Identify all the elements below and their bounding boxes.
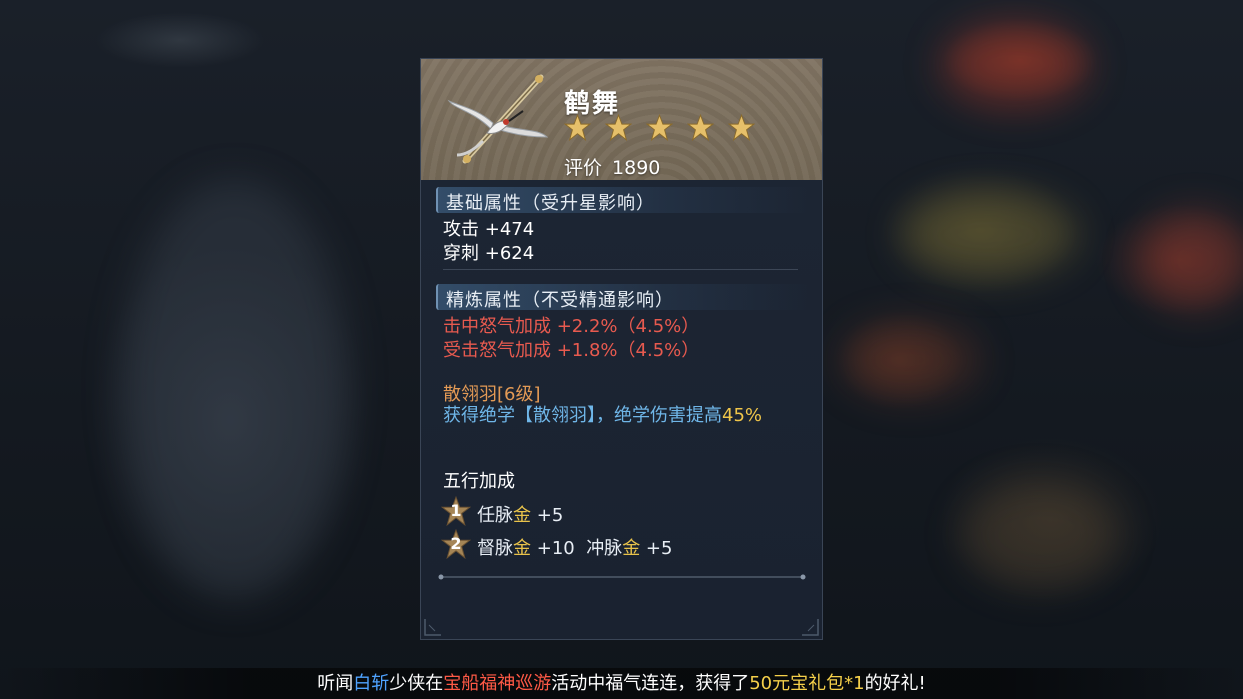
stat-label: 穿刺	[443, 243, 479, 264]
meridian-bonus: +5	[536, 505, 564, 526]
badge-number: 1	[450, 501, 462, 520]
stat-hurt-rage-bonus: 受击怒气加成 +1.8%（4.5%）	[443, 340, 700, 361]
broadcast-text: 听闻	[317, 673, 354, 694]
bg-light-blob	[940, 20, 1090, 110]
broadcast-text: 活动中福气连连，获得了	[551, 673, 750, 694]
skill-description: 获得绝学【散翎羽】，绝学伤害提高45%	[443, 402, 809, 430]
meridian-bonus: +10	[536, 538, 575, 559]
bg-light-blob	[960, 480, 1120, 590]
stat-value: +474	[484, 219, 535, 240]
skill-desc-value: 45%	[722, 405, 763, 426]
meridian-row-1: 任脉金 +5	[477, 501, 563, 527]
broadcast-reward: 50元宝礼包*1	[749, 673, 865, 694]
meridian-badge: 1	[441, 496, 471, 526]
meridian-name: 冲脉	[586, 538, 623, 559]
star-icon	[646, 114, 673, 141]
star-rating	[564, 114, 755, 141]
section-title: 基础属性（受升星影响）	[446, 193, 655, 214]
stat-label: 攻击	[443, 219, 479, 240]
meridian-bonus: +5	[645, 538, 673, 559]
meridian-element: 金	[622, 538, 641, 559]
corner-ornament-icon	[802, 619, 819, 636]
broadcast-text: 的好礼!	[864, 673, 926, 694]
bg-light-blob	[840, 320, 980, 400]
broadcast-marquee: 听闻白斩少侠在宝船福神巡游活动中福气连连，获得了50元宝礼包*1的好礼!	[0, 668, 1243, 699]
stat-attack: 攻击 +474	[443, 215, 534, 241]
badge-number: 2	[450, 534, 462, 553]
crane-weapon-icon	[447, 74, 549, 164]
star-icon	[564, 114, 591, 141]
rating-label: 评价	[564, 157, 603, 179]
section-divider	[443, 269, 798, 270]
meridian-name: 任脉	[477, 505, 513, 526]
broadcast-text: 少侠在	[389, 673, 444, 694]
item-tooltip-panel: 鹤舞 评价 1890 基础属性（受升星影响） 攻击 +474 穿刺 +624 精炼…	[420, 58, 823, 640]
stat-value: +624	[484, 243, 535, 264]
corner-ornament-icon	[424, 619, 441, 636]
meridian-element: 金	[513, 538, 531, 559]
five-elements-title: 五行加成	[443, 471, 515, 492]
ornamental-divider	[438, 574, 806, 580]
meridian-name: 督脉	[477, 538, 513, 559]
bg-figure-blob	[120, 180, 350, 600]
section-title: 精炼属性（不受精通影响）	[446, 290, 674, 311]
broadcast-player-name: 白斩	[353, 673, 390, 694]
item-header: 鹤舞 评价 1890	[421, 59, 822, 180]
star-icon	[728, 114, 755, 141]
rating-value: 1890	[612, 157, 661, 179]
base-attributes-header: 基础属性（受升星影响）	[436, 187, 808, 214]
star-icon	[605, 114, 632, 141]
meridian-badge: 2	[441, 529, 471, 559]
stat-pierce: 穿刺 +624	[443, 239, 534, 265]
meridian-element: 金	[513, 505, 531, 526]
skill-desc-text: 获得绝学【散翎羽】，绝学伤害提高	[443, 405, 722, 426]
bg-light-blob	[900, 190, 1080, 280]
bg-light-blob	[1140, 210, 1243, 310]
refine-attributes-header: 精炼属性（不受精通影响）	[436, 284, 808, 311]
meridian-row-2: 督脉金 +10 冲脉金 +5	[477, 534, 672, 560]
star-icon	[687, 114, 714, 141]
stat-hit-rage-bonus: 击中怒气加成 +2.2%（4.5%）	[443, 316, 700, 337]
broadcast-event-name: 宝船福神巡游	[443, 673, 552, 694]
item-rating: 评价 1890	[564, 153, 660, 180]
